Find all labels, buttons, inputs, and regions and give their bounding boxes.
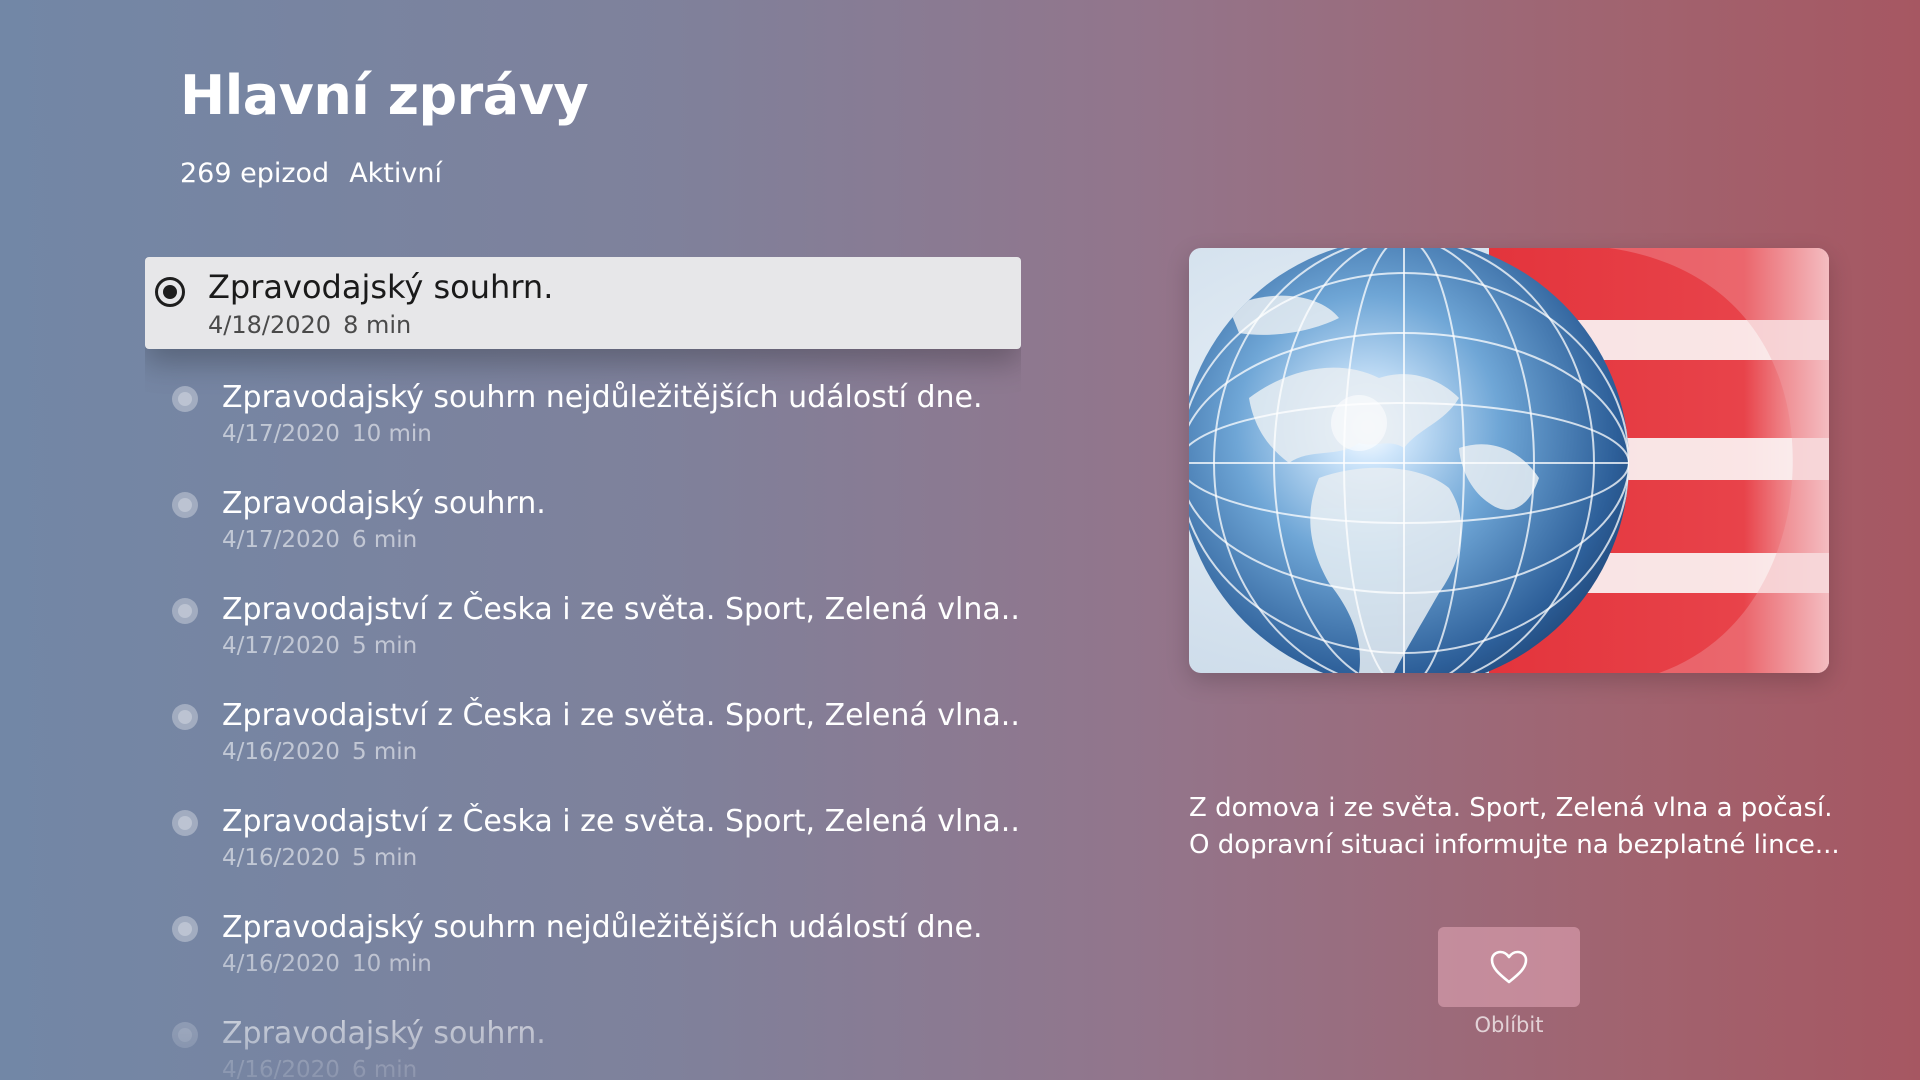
episode-meta: 4/18/2020 8 min [208,311,411,339]
radio-dot-icon [172,704,198,730]
radio-dot-icon [172,810,198,836]
favorite-button[interactable] [1438,927,1580,1007]
episode-row[interactable]: Zpravodajství z Česka i ze světa. Sport,… [145,787,1021,879]
status-label: Aktivní [349,158,442,189]
radio-dot-icon [172,492,198,518]
episode-title: Zpravodajský souhrn. [222,486,546,521]
episode-row[interactable]: Zpravodajský souhrn nejdůležitějších udá… [145,363,1021,455]
radio-dot-icon [172,1022,198,1048]
description-line: Z domova i ze světa. Sport, Zelená vlna … [1189,793,1833,823]
podcast-meta: 269 epizod Aktivní [180,158,442,189]
episode-row[interactable]: Zpravodajský souhrn. 4/16/2020 6 min [145,999,1021,1080]
episode-row[interactable]: Zpravodajský souhrn nejdůležitějších udá… [145,893,1021,985]
radio-dot-icon [172,386,198,412]
episode-date: 4/17/2020 [222,633,340,659]
episode-title: Zpravodajský souhrn. [208,268,554,306]
episode-date: 4/18/2020 [208,311,332,339]
episode-meta: 4/16/2020 5 min [222,739,417,765]
episode-date: 4/17/2020 [222,421,340,447]
episode-meta: 4/16/2020 5 min [222,845,417,871]
episode-duration: 6 min [351,1057,418,1080]
episode-meta: 4/16/2020 10 min [222,951,432,977]
radio-dot-icon [172,598,198,624]
episode-duration: 8 min [343,311,412,339]
episode-title: Zpravodajský souhrn nejdůležitějších udá… [222,910,983,945]
episode-date: 4/16/2020 [222,951,340,977]
globe-artwork-icon [1189,248,1829,673]
podcast-artwork [1189,248,1829,673]
episode-row[interactable]: Zpravodajský souhrn. 4/18/2020 8 min [145,257,1021,349]
radio-dot-icon [172,916,198,942]
episode-duration: 5 min [351,845,418,871]
episode-count: 269 epizod [180,158,330,189]
page-title: Hlavní zprávy [180,64,589,127]
episode-date: 4/16/2020 [222,739,340,765]
favorite-label: Oblíbit [1474,1013,1544,1037]
episode-duration: 5 min [351,633,418,659]
episode-title: Zpravodajství z Česka i ze světa. Sport,… [222,698,1021,733]
radio-dot-icon [155,277,185,307]
episode-duration: 10 min [351,951,432,977]
episode-title: Zpravodajství z Česka i ze světa. Sport,… [222,804,1021,839]
episode-meta: 4/17/2020 6 min [222,527,417,553]
episode-date: 4/16/2020 [222,1057,340,1080]
episode-duration: 6 min [351,527,418,553]
episode-meta: 4/16/2020 6 min [222,1057,417,1080]
description-line: O dopravní situaci informujte na bezplat… [1189,830,1840,860]
episode-description: Z domova i ze světa. Sport, Zelená vlna … [1189,790,1840,864]
heart-outline-icon [1490,950,1528,984]
episode-date: 4/17/2020 [222,527,340,553]
episode-meta: 4/17/2020 5 min [222,633,417,659]
episode-title: Zpravodajský souhrn. [222,1016,546,1051]
episode-title: Zpravodajský souhrn nejdůležitějších udá… [222,380,983,415]
episode-row[interactable]: Zpravodajství z Česka i ze světa. Sport,… [145,681,1021,773]
episode-duration: 10 min [351,421,432,447]
episode-list: Zpravodajský souhrn. 4/18/2020 8 min Zpr… [145,257,1021,1080]
episode-row[interactable]: Zpravodajský souhrn. 4/17/2020 6 min [145,469,1021,561]
episode-duration: 5 min [351,739,418,765]
episode-title: Zpravodajství z Česka i ze světa. Sport,… [222,592,1021,627]
episode-meta: 4/17/2020 10 min [222,421,432,447]
episode-date: 4/16/2020 [222,845,340,871]
episode-row[interactable]: Zpravodajství z Česka i ze světa. Sport,… [145,575,1021,667]
